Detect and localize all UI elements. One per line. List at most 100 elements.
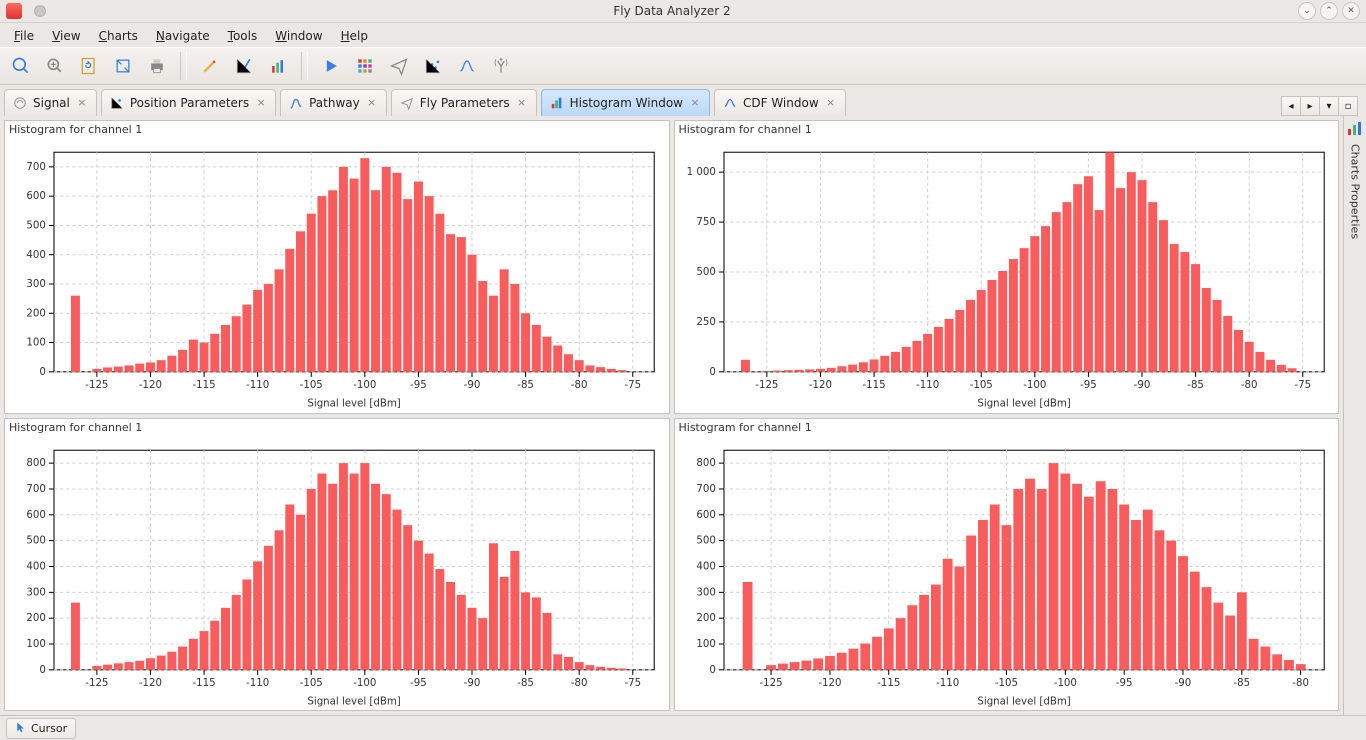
- charts-properties-sidebar[interactable]: Charts Properties: [1343, 116, 1366, 715]
- tab-cdf-window[interactable]: CDF Window ×: [714, 89, 846, 116]
- sendplane-icon[interactable]: [384, 52, 414, 80]
- chart-area[interactable]: -125-120-115-110-105-100-95-90-85-800100…: [675, 436, 1339, 711]
- menu-navigate[interactable]: Navigate: [148, 27, 218, 45]
- tab-scroll-right-button[interactable]: ▸: [1300, 96, 1320, 116]
- titlebar-dot: [34, 5, 46, 17]
- svg-text:-120: -120: [139, 380, 162, 391]
- svg-text:400: 400: [696, 561, 715, 572]
- curve-icon[interactable]: [452, 52, 482, 80]
- flyparam-icon: [400, 96, 414, 110]
- menu-charts[interactable]: Charts: [91, 27, 146, 45]
- print-icon[interactable]: [142, 52, 172, 80]
- svg-text:Signal level [dBm]: Signal level [dBm]: [307, 398, 400, 409]
- svg-text:-75: -75: [624, 678, 641, 689]
- tab-close-button[interactable]: ×: [689, 97, 701, 109]
- svg-text:100: 100: [696, 639, 715, 650]
- svg-text:600: 600: [26, 191, 45, 202]
- svg-text:200: 200: [26, 613, 45, 624]
- panel-title: Histogram for channel 1: [675, 121, 1339, 138]
- histogram-panel-1: Histogram for channel 1-125-120-115-110-…: [4, 120, 670, 414]
- tab-close-button[interactable]: ×: [366, 97, 378, 109]
- tab-signal[interactable]: Signal×: [4, 89, 97, 116]
- svg-text:-100: -100: [353, 678, 376, 689]
- svg-text:-90: -90: [1133, 380, 1150, 391]
- chart-area[interactable]: -125-120-115-110-105-100-95-90-85-80-750…: [5, 436, 669, 711]
- menu-label: ile: [20, 29, 34, 43]
- svg-text:-80: -80: [571, 678, 588, 689]
- svg-text:500: 500: [26, 220, 45, 231]
- play-icon[interactable]: [316, 52, 346, 80]
- tab-close-button[interactable]: ×: [76, 97, 88, 109]
- svg-text:700: 700: [26, 162, 45, 173]
- svg-text:-95: -95: [1115, 678, 1132, 689]
- tab-scroll-left-button[interactable]: ◂: [1281, 96, 1301, 116]
- svg-text:-85: -85: [1187, 380, 1204, 391]
- window-title: Fly Data Analyzer 2: [46, 4, 1298, 18]
- svg-text:700: 700: [696, 484, 715, 495]
- histogram-icon: [550, 96, 564, 110]
- menu-window[interactable]: Window: [267, 27, 330, 45]
- svg-text:-120: -120: [818, 678, 841, 689]
- svg-text:250: 250: [696, 317, 715, 328]
- tab-close-button[interactable]: ×: [516, 97, 528, 109]
- svg-text:-80: -80: [1240, 380, 1257, 391]
- svg-text:-115: -115: [862, 380, 885, 391]
- cdf-icon: [723, 96, 737, 110]
- menu-tools[interactable]: Tools: [220, 27, 266, 45]
- tab-close-button[interactable]: ×: [825, 97, 837, 109]
- panel-title: Histogram for channel 1: [5, 121, 669, 138]
- chart-area[interactable]: -125-120-115-110-105-100-95-90-85-80-750…: [675, 138, 1339, 413]
- tab-label: CDF Window: [743, 96, 819, 110]
- svg-text:-95: -95: [1080, 380, 1097, 391]
- chart-bars-icon[interactable]: [263, 52, 293, 80]
- histogram-panel-4: Histogram for channel 1-125-120-115-110-…: [674, 418, 1340, 712]
- resize-icon[interactable]: [108, 52, 138, 80]
- position-icon: [110, 96, 124, 110]
- menu-help[interactable]: Help: [333, 27, 376, 45]
- svg-text:-75: -75: [624, 380, 641, 391]
- svg-text:-115: -115: [192, 380, 215, 391]
- svg-text:500: 500: [26, 535, 45, 546]
- svg-text:-80: -80: [571, 380, 588, 391]
- cursor-button[interactable]: Cursor: [6, 718, 76, 739]
- tab-pathway[interactable]: Pathway×: [280, 89, 387, 116]
- tab-fly-parameters[interactable]: Fly Parameters ×: [391, 89, 537, 116]
- svg-text:-110: -110: [246, 678, 269, 689]
- menu-file[interactable]: File: [6, 27, 42, 45]
- tab-label: Fly Parameters: [420, 96, 510, 110]
- tab-histogram-window[interactable]: Histogram Window ×: [541, 89, 710, 116]
- svg-text:-80: -80: [1292, 678, 1309, 689]
- svg-text:-100: -100: [1023, 380, 1046, 391]
- page-refresh-icon[interactable]: [74, 52, 104, 80]
- globe-search-icon[interactable]: [6, 52, 36, 80]
- svg-text:500: 500: [696, 267, 715, 278]
- antenna-icon[interactable]: [486, 52, 516, 80]
- tab-maximize-button[interactable]: ▫: [1338, 96, 1358, 116]
- svg-text:400: 400: [26, 250, 45, 261]
- chart-area[interactable]: -125-120-115-110-105-100-95-90-85-80-750…: [5, 138, 669, 413]
- svg-text:200: 200: [26, 308, 45, 319]
- svg-text:-105: -105: [300, 678, 323, 689]
- toolbar: [0, 47, 1366, 85]
- menu-view[interactable]: View: [44, 27, 88, 45]
- grid-icon[interactable]: [350, 52, 380, 80]
- svg-text:-115: -115: [877, 678, 900, 689]
- window-minimize-button[interactable]: ⌄: [1298, 2, 1316, 20]
- zoom-icon[interactable]: [40, 52, 70, 80]
- tab-position-parameters[interactable]: Position Parameters×: [101, 89, 276, 116]
- tab-label: Histogram Window: [570, 96, 683, 110]
- window-maximize-button[interactable]: ⌃: [1320, 2, 1338, 20]
- svg-text:-100: -100: [353, 380, 376, 391]
- tab-close-button[interactable]: ×: [255, 97, 267, 109]
- svg-text:-125: -125: [755, 380, 778, 391]
- cursor-icon: [15, 721, 27, 736]
- svg-text:-85: -85: [1233, 678, 1250, 689]
- chart-line-icon[interactable]: [229, 52, 259, 80]
- tab-list-button[interactable]: ▾: [1319, 96, 1339, 116]
- svg-text:600: 600: [696, 509, 715, 520]
- toolbar-separator: [180, 52, 187, 80]
- window-close-button[interactable]: ✕: [1342, 2, 1360, 20]
- pencil-icon[interactable]: [195, 52, 225, 80]
- scatter-icon[interactable]: [418, 52, 448, 80]
- svg-text:750: 750: [696, 217, 715, 228]
